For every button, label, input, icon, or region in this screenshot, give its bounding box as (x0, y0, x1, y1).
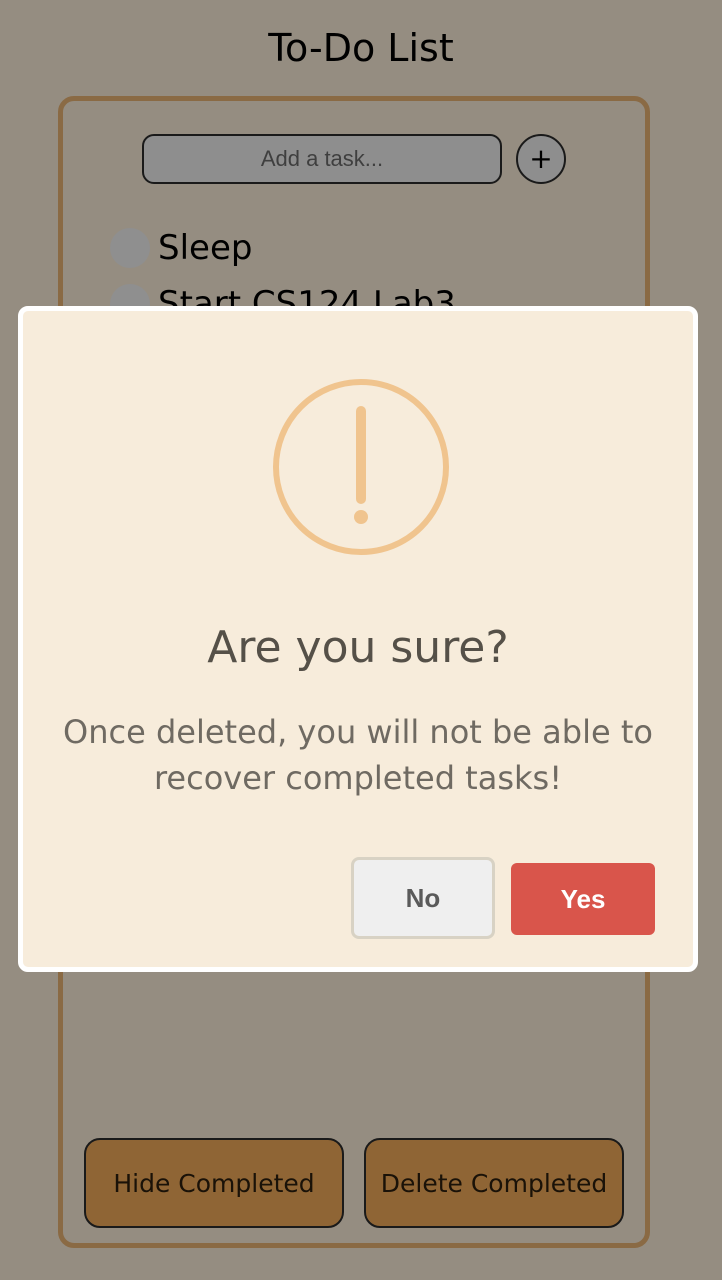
add-task-button[interactable]: + (516, 134, 566, 184)
hide-completed-button[interactable]: Hide Completed (84, 1138, 344, 1228)
task-label: Sleep (158, 228, 253, 268)
delete-completed-button[interactable]: Delete Completed (364, 1138, 624, 1228)
task-item[interactable]: Sleep (110, 226, 252, 270)
no-button[interactable]: No (351, 857, 495, 939)
warning-icon (273, 379, 449, 555)
task-input[interactable] (142, 134, 502, 184)
page-title: To-Do List (268, 26, 454, 70)
dialog-message: Once deleted, you will not be able to re… (63, 713, 653, 797)
yes-button[interactable]: Yes (511, 863, 655, 935)
dialog-title: Are you sure? (207, 622, 509, 673)
confirm-dialog: Are you sure? Once deleted, you will not… (18, 306, 698, 972)
task-checkbox[interactable] (110, 228, 150, 268)
